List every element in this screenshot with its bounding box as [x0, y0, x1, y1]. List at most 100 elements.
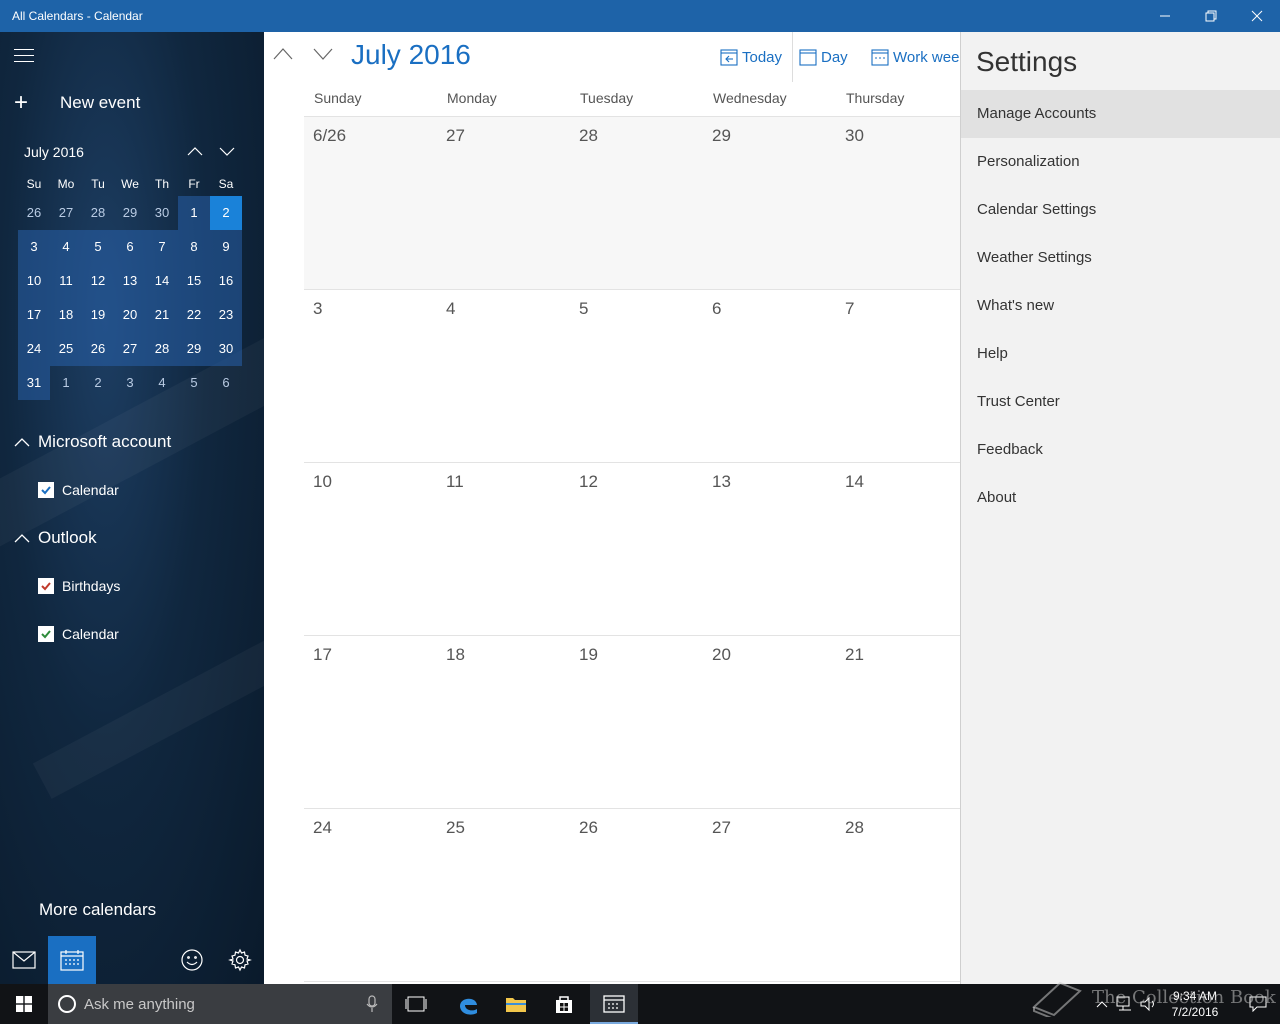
hamburger-menu-button[interactable] [14, 47, 36, 63]
mini-calendar-day[interactable]: 8 [178, 230, 210, 264]
mini-calendar-day[interactable]: 10 [18, 264, 50, 298]
mini-calendar-day[interactable]: 6 [210, 366, 242, 400]
close-button[interactable] [1234, 0, 1280, 32]
settings-item-help[interactable]: Help [961, 330, 1280, 378]
mini-calendar-day[interactable]: 24 [18, 332, 50, 366]
mini-calendar-day[interactable]: 4 [146, 366, 178, 400]
mini-calendar-day[interactable]: 4 [50, 230, 82, 264]
mini-calendar-day[interactable]: 23 [210, 298, 242, 332]
calendar-day-cell[interactable]: 18 [437, 636, 570, 808]
mini-calendar-day[interactable]: 21 [146, 298, 178, 332]
calendar-day-cell[interactable]: 25 [437, 809, 570, 981]
mini-calendar-day[interactable]: 13 [114, 264, 146, 298]
calendar-day-cell[interactable]: 29 [703, 117, 836, 289]
calendar-day-cell[interactable]: 7 [836, 290, 960, 462]
calendar-day-cell[interactable]: 5 [570, 290, 703, 462]
mini-calendar-day[interactable]: 17 [18, 298, 50, 332]
mini-calendar-day[interactable]: 1 [50, 366, 82, 400]
mini-calendar-day[interactable]: 16 [210, 264, 242, 298]
calendar-day-cell[interactable]: 21 [836, 636, 960, 808]
calendar-day-cell[interactable]: 13 [703, 463, 836, 635]
today-button[interactable]: Today [720, 48, 782, 66]
mini-calendar-day[interactable]: 29 [114, 196, 146, 230]
file-explorer-button[interactable] [492, 984, 540, 1024]
calendar-day-cell[interactable]: 27 [703, 809, 836, 981]
calendar-day-cell[interactable]: 26 [570, 809, 703, 981]
calendar-day-cell[interactable]: 19 [570, 636, 703, 808]
mini-calendar-day[interactable]: 31 [18, 366, 50, 400]
calendar-day-cell[interactable]: 28 [836, 809, 960, 981]
mini-calendar-day[interactable]: 28 [82, 196, 114, 230]
checkbox[interactable] [38, 626, 54, 642]
mini-calendar-day[interactable]: 11 [50, 264, 82, 298]
mini-calendar-day[interactable]: 3 [18, 230, 50, 264]
mini-calendar-day[interactable]: 5 [82, 230, 114, 264]
mini-calendar-next-button[interactable] [218, 144, 238, 160]
calendar-day-cell[interactable]: 24 [304, 809, 437, 981]
minimize-button[interactable] [1142, 0, 1188, 32]
settings-item-what-s-new[interactable]: What's new [961, 282, 1280, 330]
mini-calendar-day[interactable]: 22 [178, 298, 210, 332]
edge-browser-button[interactable] [444, 984, 492, 1024]
mini-calendar-day[interactable]: 27 [114, 332, 146, 366]
new-event-button[interactable]: + New event [14, 91, 140, 115]
calendar-toggle-outlook-calendar[interactable]: Calendar [38, 626, 119, 642]
calendar-day-cell[interactable]: 17 [304, 636, 437, 808]
mini-calendar-day[interactable]: 30 [210, 332, 242, 366]
calendar-day-cell[interactable]: 11 [437, 463, 570, 635]
settings-button[interactable] [216, 936, 264, 984]
mini-calendar-day[interactable]: 2 [210, 196, 242, 230]
settings-item-about[interactable]: About [961, 474, 1280, 522]
settings-item-trust-center[interactable]: Trust Center [961, 378, 1280, 426]
mini-calendar-day[interactable]: 6 [114, 230, 146, 264]
settings-item-weather-settings[interactable]: Weather Settings [961, 234, 1280, 282]
mini-calendar-day[interactable]: 20 [114, 298, 146, 332]
mini-calendar-day[interactable]: 19 [82, 298, 114, 332]
settings-item-calendar-settings[interactable]: Calendar Settings [961, 186, 1280, 234]
mini-calendar-day[interactable]: 26 [18, 196, 50, 230]
checkbox[interactable] [38, 578, 54, 594]
mini-calendar-day[interactable]: 15 [178, 264, 210, 298]
calendar-day-cell[interactable]: 20 [703, 636, 836, 808]
day-view-button[interactable]: Day [799, 48, 848, 66]
mini-calendar-prev-button[interactable] [186, 144, 206, 160]
work-week-view-button[interactable]: Work week [871, 48, 960, 66]
settings-item-manage-accounts[interactable]: Manage Accounts [961, 90, 1280, 138]
mini-calendar-day[interactable]: 29 [178, 332, 210, 366]
account-header-outlook[interactable]: Outlook [14, 528, 97, 548]
mini-calendar-day[interactable]: 3 [114, 366, 146, 400]
mini-calendar-day[interactable]: 26 [82, 332, 114, 366]
mini-calendar-day[interactable]: 14 [146, 264, 178, 298]
settings-item-feedback[interactable]: Feedback [961, 426, 1280, 474]
more-calendars-link[interactable]: More calendars [39, 900, 156, 920]
mini-calendar-day[interactable]: 18 [50, 298, 82, 332]
store-button[interactable] [540, 984, 588, 1024]
start-button[interactable] [0, 984, 48, 1024]
mini-calendar-day[interactable]: 9 [210, 230, 242, 264]
calendar-toggle-birthdays[interactable]: Birthdays [38, 578, 120, 594]
settings-item-personalization[interactable]: Personalization [961, 138, 1280, 186]
calendar-day-cell[interactable]: 12 [570, 463, 703, 635]
calendar-day-cell[interactable]: 14 [836, 463, 960, 635]
calendar-day-cell[interactable]: 3 [304, 290, 437, 462]
mini-calendar-day[interactable]: 1 [178, 196, 210, 230]
mini-calendar-day[interactable]: 2 [82, 366, 114, 400]
next-month-button[interactable] [312, 46, 334, 64]
calendar-day-cell[interactable]: 30 [836, 117, 960, 289]
calendar-day-cell[interactable]: 27 [437, 117, 570, 289]
calendar-taskbar-button[interactable] [590, 984, 638, 1024]
mail-button[interactable] [0, 936, 48, 984]
calendar-day-cell[interactable]: 6/26 [304, 117, 437, 289]
mini-calendar-day[interactable]: 25 [50, 332, 82, 366]
calendar-day-cell[interactable]: 6 [703, 290, 836, 462]
account-header-microsoft[interactable]: Microsoft account [14, 432, 171, 452]
mini-calendar-day[interactable]: 28 [146, 332, 178, 366]
microphone-icon[interactable] [366, 995, 378, 1013]
restore-button[interactable] [1188, 0, 1234, 32]
mini-calendar-day[interactable]: 7 [146, 230, 178, 264]
mini-calendar-day[interactable]: 5 [178, 366, 210, 400]
mini-calendar-day[interactable]: 12 [82, 264, 114, 298]
previous-month-button[interactable] [272, 46, 294, 64]
calendar-toggle-microsoft-calendar[interactable]: Calendar [38, 482, 119, 498]
mini-calendar-day[interactable]: 27 [50, 196, 82, 230]
